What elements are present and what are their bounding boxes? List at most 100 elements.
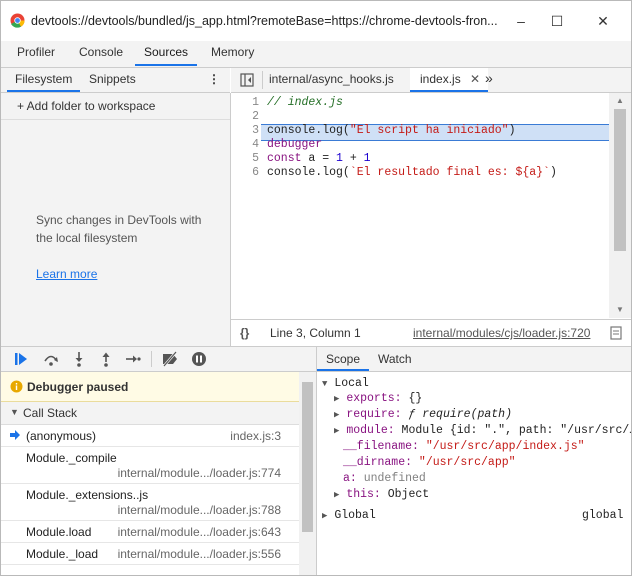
collapsed-triangle-icon: ▶ (334, 394, 340, 404)
property-key: this: (346, 488, 381, 501)
expanded-triangle-icon: ▼ (10, 407, 19, 417)
scrollbar-thumb[interactable] (614, 109, 626, 251)
scope-property[interactable]: ▶ this: Object (334, 488, 429, 501)
property-value: {} (408, 392, 423, 405)
code-line: debugger (267, 138, 323, 151)
chrome-logo-icon (10, 13, 25, 28)
pause-on-exceptions-icon[interactable] (191, 351, 207, 367)
line-number: 6 (252, 166, 259, 179)
pretty-print-button[interactable]: {} (240, 326, 249, 340)
debugger-toolbar (1, 347, 316, 372)
code-text: console.log(`El resultado final es: ${a}… (267, 166, 557, 179)
frame-name: Module._extensions..js (26, 488, 149, 502)
scope-watch-tabs: Scope Watch (317, 347, 631, 372)
deactivate-breakpoints-icon[interactable] (161, 351, 177, 367)
tab-scope[interactable]: Scope (317, 347, 370, 371)
global-value: global (582, 509, 624, 522)
scroll-down-icon[interactable]: ▼ (616, 305, 624, 314)
frame-location: index.js:3 (230, 429, 281, 443)
tab-index-js[interactable]: index.js ✕ (410, 68, 489, 92)
panel-tabs: Profiler Console Sources Memory (1, 41, 631, 68)
property-key: __dirname: (343, 456, 413, 469)
editor-scrollbar[interactable]: ▲ ▼ (609, 93, 631, 318)
navigator-tabs: Filesystem Snippets ⋮ (1, 68, 230, 93)
collapsed-triangle-icon: ▶ (334, 490, 340, 500)
code-line: console.log("El script ha iniciado") (267, 124, 515, 137)
scope-local[interactable]: ▼ Local (322, 377, 369, 390)
source-link[interactable]: internal/modules/cjs/loader.js:720 (413, 326, 590, 340)
frame-location: internal/module.../loader.js:774 (117, 466, 281, 480)
minimize-button[interactable]: – (506, 9, 536, 33)
frame-location: internal/module.../loader.js:788 (117, 503, 281, 517)
scope-property: __filename: "/usr/src/app/index.js" (343, 440, 585, 453)
call-stack-scrollbar[interactable] (299, 372, 316, 575)
property-value: Module {id: ".", path: "/usr/src/… (401, 424, 631, 437)
more-options-icon[interactable]: ⋮ (208, 68, 220, 92)
frame-location: internal/module.../loader.js:643 (117, 525, 281, 539)
call-frame[interactable]: Module.load internal/module.../loader.js… (1, 521, 299, 543)
tab-sources[interactable]: Sources (135, 41, 198, 66)
property-key: __filename: (343, 440, 419, 453)
call-frame[interactable]: Module._extensions..js internal/module..… (1, 484, 299, 521)
resume-icon[interactable] (13, 351, 29, 367)
collapsed-triangle-icon: ▶ (322, 511, 328, 521)
divider (1, 119, 230, 120)
call-frame[interactable]: Module._load internal/module.../loader.j… (1, 543, 299, 565)
scrollbar-thumb[interactable] (302, 382, 313, 532)
maximize-button[interactable]: ☐ (542, 9, 572, 33)
window-title: devtools://devtools/bundled/js_app.html?… (31, 14, 498, 28)
info-icon (10, 380, 23, 393)
cursor-position: Line 3, Column 1 (270, 326, 361, 340)
scope-property[interactable]: ▶ module: Module {id: ".", path: "/usr/s… (334, 424, 631, 437)
tab-memory[interactable]: Memory (211, 41, 254, 67)
frame-name: Module._compile (26, 451, 117, 465)
line-number: 5 (252, 152, 259, 165)
editor-tabs: internal/async_hooks.js index.js ✕ » (231, 68, 631, 93)
code-text: console.log("El script ha iniciado") (267, 124, 516, 137)
code-text: const a = 1 + 1 (267, 152, 371, 165)
scope-label: Local (334, 377, 369, 390)
tab-watch[interactable]: Watch (378, 347, 412, 371)
call-stack-header[interactable]: ▼ Call Stack (1, 402, 299, 425)
property-value: "/usr/src/app" (418, 456, 516, 469)
collapsed-triangle-icon: ▶ (334, 426, 340, 436)
scroll-up-icon[interactable]: ▲ (616, 96, 624, 105)
toggle-navigator-icon[interactable] (240, 73, 254, 87)
step-over-icon[interactable] (43, 351, 59, 367)
step-icon[interactable] (125, 351, 141, 367)
close-window-button[interactable]: ✕ (588, 9, 618, 33)
more-tabs-icon[interactable]: » (485, 68, 493, 92)
add-folder-button[interactable]: + Add folder to workspace (17, 99, 155, 113)
line-number: 4 (252, 138, 259, 151)
code-editor[interactable]: 1 // index.js 2 3 console.log("El script… (231, 93, 609, 318)
divider (262, 71, 263, 89)
tab-console[interactable]: Console (79, 41, 123, 67)
learn-more-link[interactable]: Learn more (36, 267, 97, 281)
scope-property[interactable]: ▶ exports: {} (334, 392, 422, 405)
property-key: module: (346, 424, 395, 437)
frame-location: internal/module.../loader.js:556 (117, 547, 281, 561)
coverage-icon[interactable] (609, 326, 623, 340)
current-frame-arrow-icon (10, 430, 20, 440)
scope-global[interactable]: ▶ Global (322, 509, 376, 522)
property-value: Object (387, 488, 430, 501)
call-frame[interactable]: (anonymous) index.js:3 (1, 425, 299, 447)
tab-async-hooks[interactable]: internal/async_hooks.js (269, 68, 394, 92)
debugger-paused-banner: Debugger paused (1, 372, 299, 402)
call-frame[interactable]: Module._compile internal/module.../loade… (1, 447, 299, 484)
scope-label: Global (334, 509, 376, 522)
tab-profiler[interactable]: Profiler (17, 41, 55, 67)
line-number: 1 (252, 96, 259, 109)
divider (151, 351, 152, 367)
navigator-pane: + Add folder to workspace Sync changes i… (1, 93, 231, 346)
step-out-icon[interactable] (98, 351, 114, 367)
tab-snippets[interactable]: Snippets (89, 68, 136, 92)
expanded-triangle-icon: ▼ (322, 379, 328, 389)
scope-property: __dirname: "/usr/src/app" (343, 456, 516, 469)
scope-pane: ▼ Local ▶ exports: {} ▶ require: ƒ requi… (317, 372, 631, 575)
scope-property[interactable]: ▶ require: ƒ require(path) (334, 408, 512, 421)
step-into-icon[interactable] (71, 351, 87, 367)
tab-filesystem[interactable]: Filesystem (7, 68, 81, 92)
frame-name: Module.load (26, 525, 92, 539)
close-tab-icon[interactable]: ✕ (470, 72, 480, 86)
